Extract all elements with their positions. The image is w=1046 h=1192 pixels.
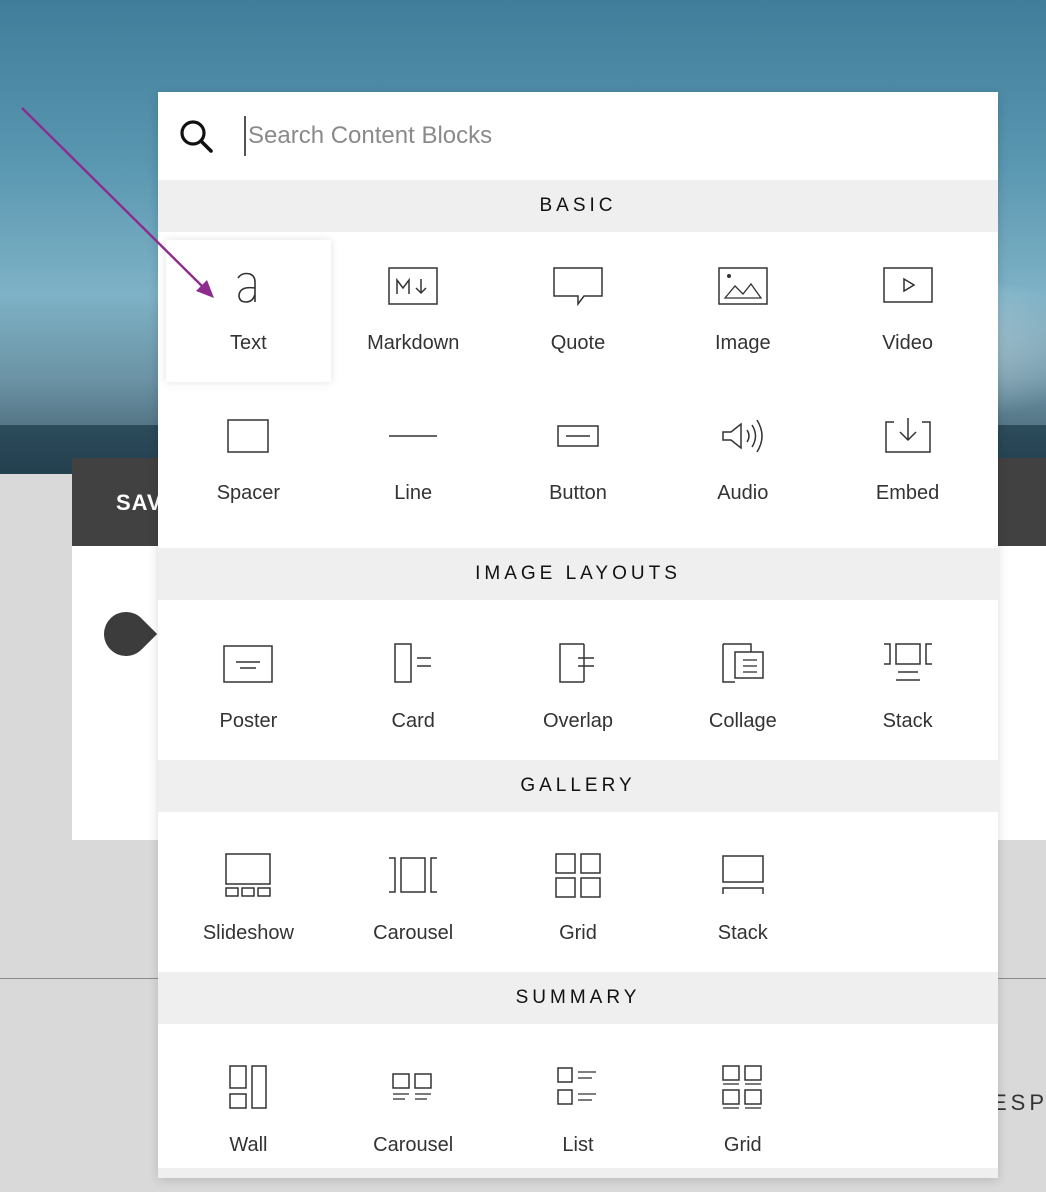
search-input[interactable] <box>244 116 948 156</box>
poster-icon <box>223 645 274 683</box>
gallery-grid: Slideshow Carousel Grid Stack <box>158 812 998 972</box>
image-layouts-grid: Poster Card Overlap Collage Stack <box>158 600 998 760</box>
block-label: Button <box>549 482 607 504</box>
panel-bottom-strip <box>158 1168 998 1178</box>
overlap-icon <box>559 643 594 683</box>
quote-icon <box>553 267 603 307</box>
block-label: Stack <box>717 922 768 944</box>
search-row <box>158 92 998 180</box>
block-label: Spacer <box>216 482 281 504</box>
block-list[interactable]: List <box>496 1042 661 1184</box>
carousel-icon <box>389 857 438 893</box>
block-label: Wall <box>229 1134 268 1156</box>
block-quote[interactable]: Quote <box>496 240 661 382</box>
wall-icon <box>229 1065 268 1109</box>
markdown-icon <box>388 267 438 305</box>
block-line[interactable]: Line <box>331 390 496 532</box>
block-stack[interactable]: Stack <box>825 618 990 760</box>
section-header-summary: SUMMARY <box>158 972 998 1024</box>
block-label: Card <box>391 710 435 732</box>
block-label: Collage <box>708 710 777 732</box>
text-icon <box>237 272 257 303</box>
block-label: Grid <box>559 922 597 944</box>
block-button[interactable]: Button <box>496 390 661 532</box>
block-text[interactable]: Text <box>166 240 331 382</box>
block-collage[interactable]: Collage <box>660 618 825 760</box>
block-slideshow[interactable]: Slideshow <box>166 830 331 972</box>
block-gallery-grid[interactable]: Grid <box>496 830 661 972</box>
spacer-icon <box>227 419 270 453</box>
section-header-gallery: GALLERY <box>158 760 998 812</box>
background-save-text: SAV <box>116 490 163 515</box>
block-summary-grid[interactable]: Grid <box>660 1042 825 1184</box>
block-summary-carousel[interactable]: Carousel <box>331 1042 496 1184</box>
card-icon <box>394 643 432 683</box>
embed-icon <box>884 418 931 453</box>
basic-blocks-grid: Text Markdown Quote Image Video Spacer L… <box>158 232 998 548</box>
content-blocks-panel: BASIC Text Markdown Quote <box>158 92 998 1178</box>
line-icon <box>389 435 438 437</box>
image-icon <box>718 267 768 305</box>
block-label: Text <box>230 332 267 354</box>
block-card[interactable]: Card <box>331 618 496 760</box>
block-label: Carousel <box>373 922 454 944</box>
audio-icon <box>722 419 763 453</box>
background-right-text: ESPA <box>992 1090 1046 1115</box>
block-label: Line <box>394 482 433 504</box>
block-spacer[interactable]: Spacer <box>166 390 331 532</box>
search-icon <box>180 120 213 153</box>
button-icon <box>557 425 599 447</box>
block-label: Overlap <box>542 710 613 732</box>
video-icon <box>882 267 933 303</box>
summary-carousel-icon <box>392 1073 432 1100</box>
block-wall[interactable]: Wall <box>166 1042 331 1184</box>
block-image[interactable]: Image <box>660 240 825 382</box>
block-label: Image <box>714 332 771 354</box>
block-embed[interactable]: Embed <box>825 390 990 532</box>
block-gallery-carousel[interactable]: Carousel <box>331 830 496 972</box>
block-overlap[interactable]: Overlap <box>496 618 661 760</box>
collage-icon <box>722 643 764 683</box>
block-video[interactable]: Video <box>825 240 990 382</box>
slideshow-icon <box>225 853 272 897</box>
block-label: List <box>562 1134 594 1156</box>
section-header-basic: BASIC <box>158 180 998 232</box>
block-label: Video <box>882 332 933 354</box>
summary-grid-icon <box>722 1065 762 1109</box>
block-label: Poster <box>219 710 278 732</box>
block-markdown[interactable]: Markdown <box>331 240 496 382</box>
block-label: Quote <box>550 332 606 354</box>
section-header-image-layouts: IMAGE LAYOUTS <box>158 548 998 600</box>
block-poster[interactable]: Poster <box>166 618 331 760</box>
summary-grid: Wall Carousel List Grid <box>158 1024 998 1184</box>
grid-icon <box>555 853 601 898</box>
block-label: Embed <box>875 482 940 504</box>
block-label: Audio <box>717 482 769 504</box>
list-icon <box>557 1067 596 1105</box>
block-label: Markdown <box>367 332 460 354</box>
block-label: Grid <box>723 1134 762 1156</box>
block-label: Slideshow <box>202 922 294 944</box>
block-label: Carousel <box>373 1134 454 1156</box>
block-label: Stack <box>882 710 933 732</box>
block-audio[interactable]: Audio <box>660 390 825 532</box>
block-gallery-stack[interactable]: Stack <box>660 830 825 972</box>
stack-gallery-icon <box>722 855 764 894</box>
stack-icon <box>883 643 932 681</box>
